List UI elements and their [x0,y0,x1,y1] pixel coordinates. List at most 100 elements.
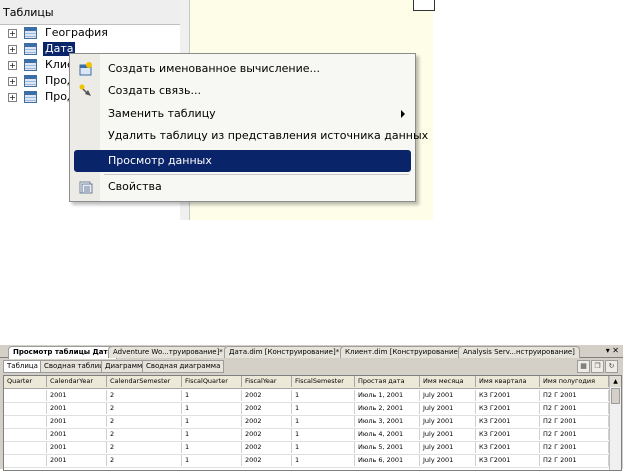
expand-icon[interactable]: + [8,29,17,38]
table-cell[interactable]: 1 [182,390,242,401]
table-cell[interactable]: 2001 [47,429,107,440]
table-cell[interactable]: 2001 [47,442,107,453]
column-header[interactable]: Quarter [4,376,47,387]
table-cell[interactable]: 1 [292,416,355,427]
table-cell[interactable]: КЗ Г2001 [476,390,540,401]
table-cell[interactable]: П2 Г 2001 [540,390,609,401]
subtab-table[interactable]: Таблица [3,360,42,373]
menu-item-properties[interactable]: Свойства [70,176,415,198]
table-cell[interactable]: 1 [182,403,242,414]
tab-adventure-works[interactable]: Adventure Wo...труирование]* [108,346,228,358]
menu-item-new-named-calculation[interactable]: Создать именованное вычисление... [70,58,415,80]
expand-icon[interactable]: + [8,61,17,70]
table-cell[interactable]: П2 Г 2001 [540,455,609,466]
table-cell[interactable]: 1 [182,442,242,453]
column-header[interactable]: Имя полугодия [540,376,609,387]
scroll-up-icon[interactable]: ▲ [610,376,621,387]
table-row[interactable]: 2001 2 1 2002 1 Июль 4, 2001 July 2001 КЗ Г2001… [4,428,609,442]
table-cell[interactable]: 2002 [242,390,292,401]
table-cell[interactable]: КЗ Г2001 [476,455,540,466]
table-cell[interactable]: КЗ Г2001 [476,416,540,427]
table-cell[interactable]: КЗ Г2001 [476,429,540,440]
table-cell[interactable]: 1 [292,442,355,453]
refresh-icon[interactable]: ↻ [605,360,618,373]
copy-icon[interactable]: ❐ [591,360,604,373]
column-header[interactable]: FiscalSemester [292,376,355,387]
table-cell[interactable]: 2 [107,416,182,427]
expand-icon[interactable]: + [8,45,17,54]
table-cell[interactable]: 1 [292,429,355,440]
column-header[interactable]: CalendarSemester [107,376,182,387]
tab-analysis-services[interactable]: Analysis Serv...нструирование] [458,346,580,358]
tree-item-geography[interactable]: + География [0,26,180,42]
table-cell[interactable]: 2 [107,390,182,401]
table-cell[interactable]: 1 [182,455,242,466]
column-header[interactable]: Имя месяца [420,376,476,387]
tab-window-controls[interactable]: ▾ ✕ [606,346,619,355]
column-header[interactable]: Имя квартала [476,376,540,387]
table-row[interactable]: 2001 2 1 2002 1 Июль 6, 2001 July 2001 КЗ Г2001… [4,454,609,468]
table-cell[interactable]: П2 Г 2001 [540,429,609,440]
table-cell[interactable] [4,403,47,414]
tab-date-dim[interactable]: Дата.dim [Конструирование]* [224,346,345,358]
table-cell[interactable]: КЗ Г2001 [476,442,540,453]
menu-item-new-relationship[interactable]: Создать связь... [70,80,415,102]
print-icon[interactable]: ▦ [577,360,590,373]
table-cell[interactable] [4,429,47,440]
table-cell[interactable]: 2 [107,455,182,466]
scroll-thumb[interactable] [611,388,620,404]
table-cell[interactable]: July 2001 [420,455,476,466]
table-cell[interactable]: 1 [292,403,355,414]
column-header[interactable]: FiscalYear [242,376,292,387]
table-cell[interactable]: 1 [292,455,355,466]
table-row[interactable]: 2001 2 1 2002 1 Июль 1, 2001 July 2001 КЗ Г2001… [4,389,609,403]
table-cell[interactable]: 2 [107,442,182,453]
menu-item-explore-data[interactable]: Просмотр данных [70,150,415,172]
table-cell[interactable] [4,455,47,466]
table-cell[interactable]: П2 Г 2001 [540,442,609,453]
table-cell[interactable] [4,442,47,453]
expand-icon[interactable]: + [8,77,17,86]
table-cell[interactable] [4,416,47,427]
table-shape[interactable] [413,0,435,11]
table-cell[interactable]: 2002 [242,455,292,466]
table-cell[interactable]: 2 [107,429,182,440]
table-cell[interactable]: 1 [292,390,355,401]
table-cell[interactable]: 2001 [47,403,107,414]
table-cell[interactable]: 2001 [47,390,107,401]
tree-item-label[interactable]: География [43,26,110,40]
menu-item-replace-table[interactable]: Заменить таблицу [70,103,415,125]
table-cell[interactable]: 1 [182,429,242,440]
table-cell[interactable]: Июль 2, 2001 [355,403,420,414]
table-cell[interactable]: Июль 3, 2001 [355,416,420,427]
table-cell[interactable]: 2002 [242,442,292,453]
table-cell[interactable]: July 2001 [420,442,476,453]
column-header[interactable]: CalendarYear [47,376,107,387]
column-header[interactable]: Простая дата [355,376,420,387]
table-cell[interactable]: Июль 1, 2001 [355,390,420,401]
tab-customer-dim[interactable]: Клиент.dim [Конструирование] [340,346,466,358]
table-cell[interactable]: July 2001 [420,390,476,401]
table-cell[interactable]: July 2001 [420,403,476,414]
expand-icon[interactable]: + [8,93,17,102]
menu-item-delete-table[interactable]: Удалить таблицу из представления источни… [70,125,428,147]
table-cell[interactable]: П2 Г 2001 [540,416,609,427]
grid-vertical-scrollbar[interactable]: ▲ [609,376,621,470]
table-cell[interactable]: 2002 [242,429,292,440]
table-cell[interactable]: 2001 [47,416,107,427]
table-cell[interactable]: July 2001 [420,416,476,427]
table-cell[interactable]: 2002 [242,403,292,414]
data-grid[interactable]: Quarter CalendarYear CalendarSemester Fi… [3,375,622,471]
table-cell[interactable]: Июль 4, 2001 [355,429,420,440]
table-cell[interactable] [4,390,47,401]
table-cell[interactable]: Июль 6, 2001 [355,455,420,466]
table-cell[interactable]: 2002 [242,416,292,427]
table-cell[interactable]: П2 Г 2001 [540,403,609,414]
table-row[interactable]: 2001 2 1 2002 1 Июль 5, 2001 July 2001 КЗ Г2001… [4,441,609,455]
table-cell[interactable]: КЗ Г2001 [476,403,540,414]
table-cell[interactable]: 2 [107,403,182,414]
table-row[interactable]: 2001 2 1 2002 1 Июль 2, 2001 July 2001 КЗ Г2001… [4,402,609,416]
table-cell[interactable]: 1 [182,416,242,427]
subtab-pivot-chart[interactable]: Сводная диаграмма [142,360,225,373]
column-header[interactable]: FiscalQuarter [182,376,242,387]
